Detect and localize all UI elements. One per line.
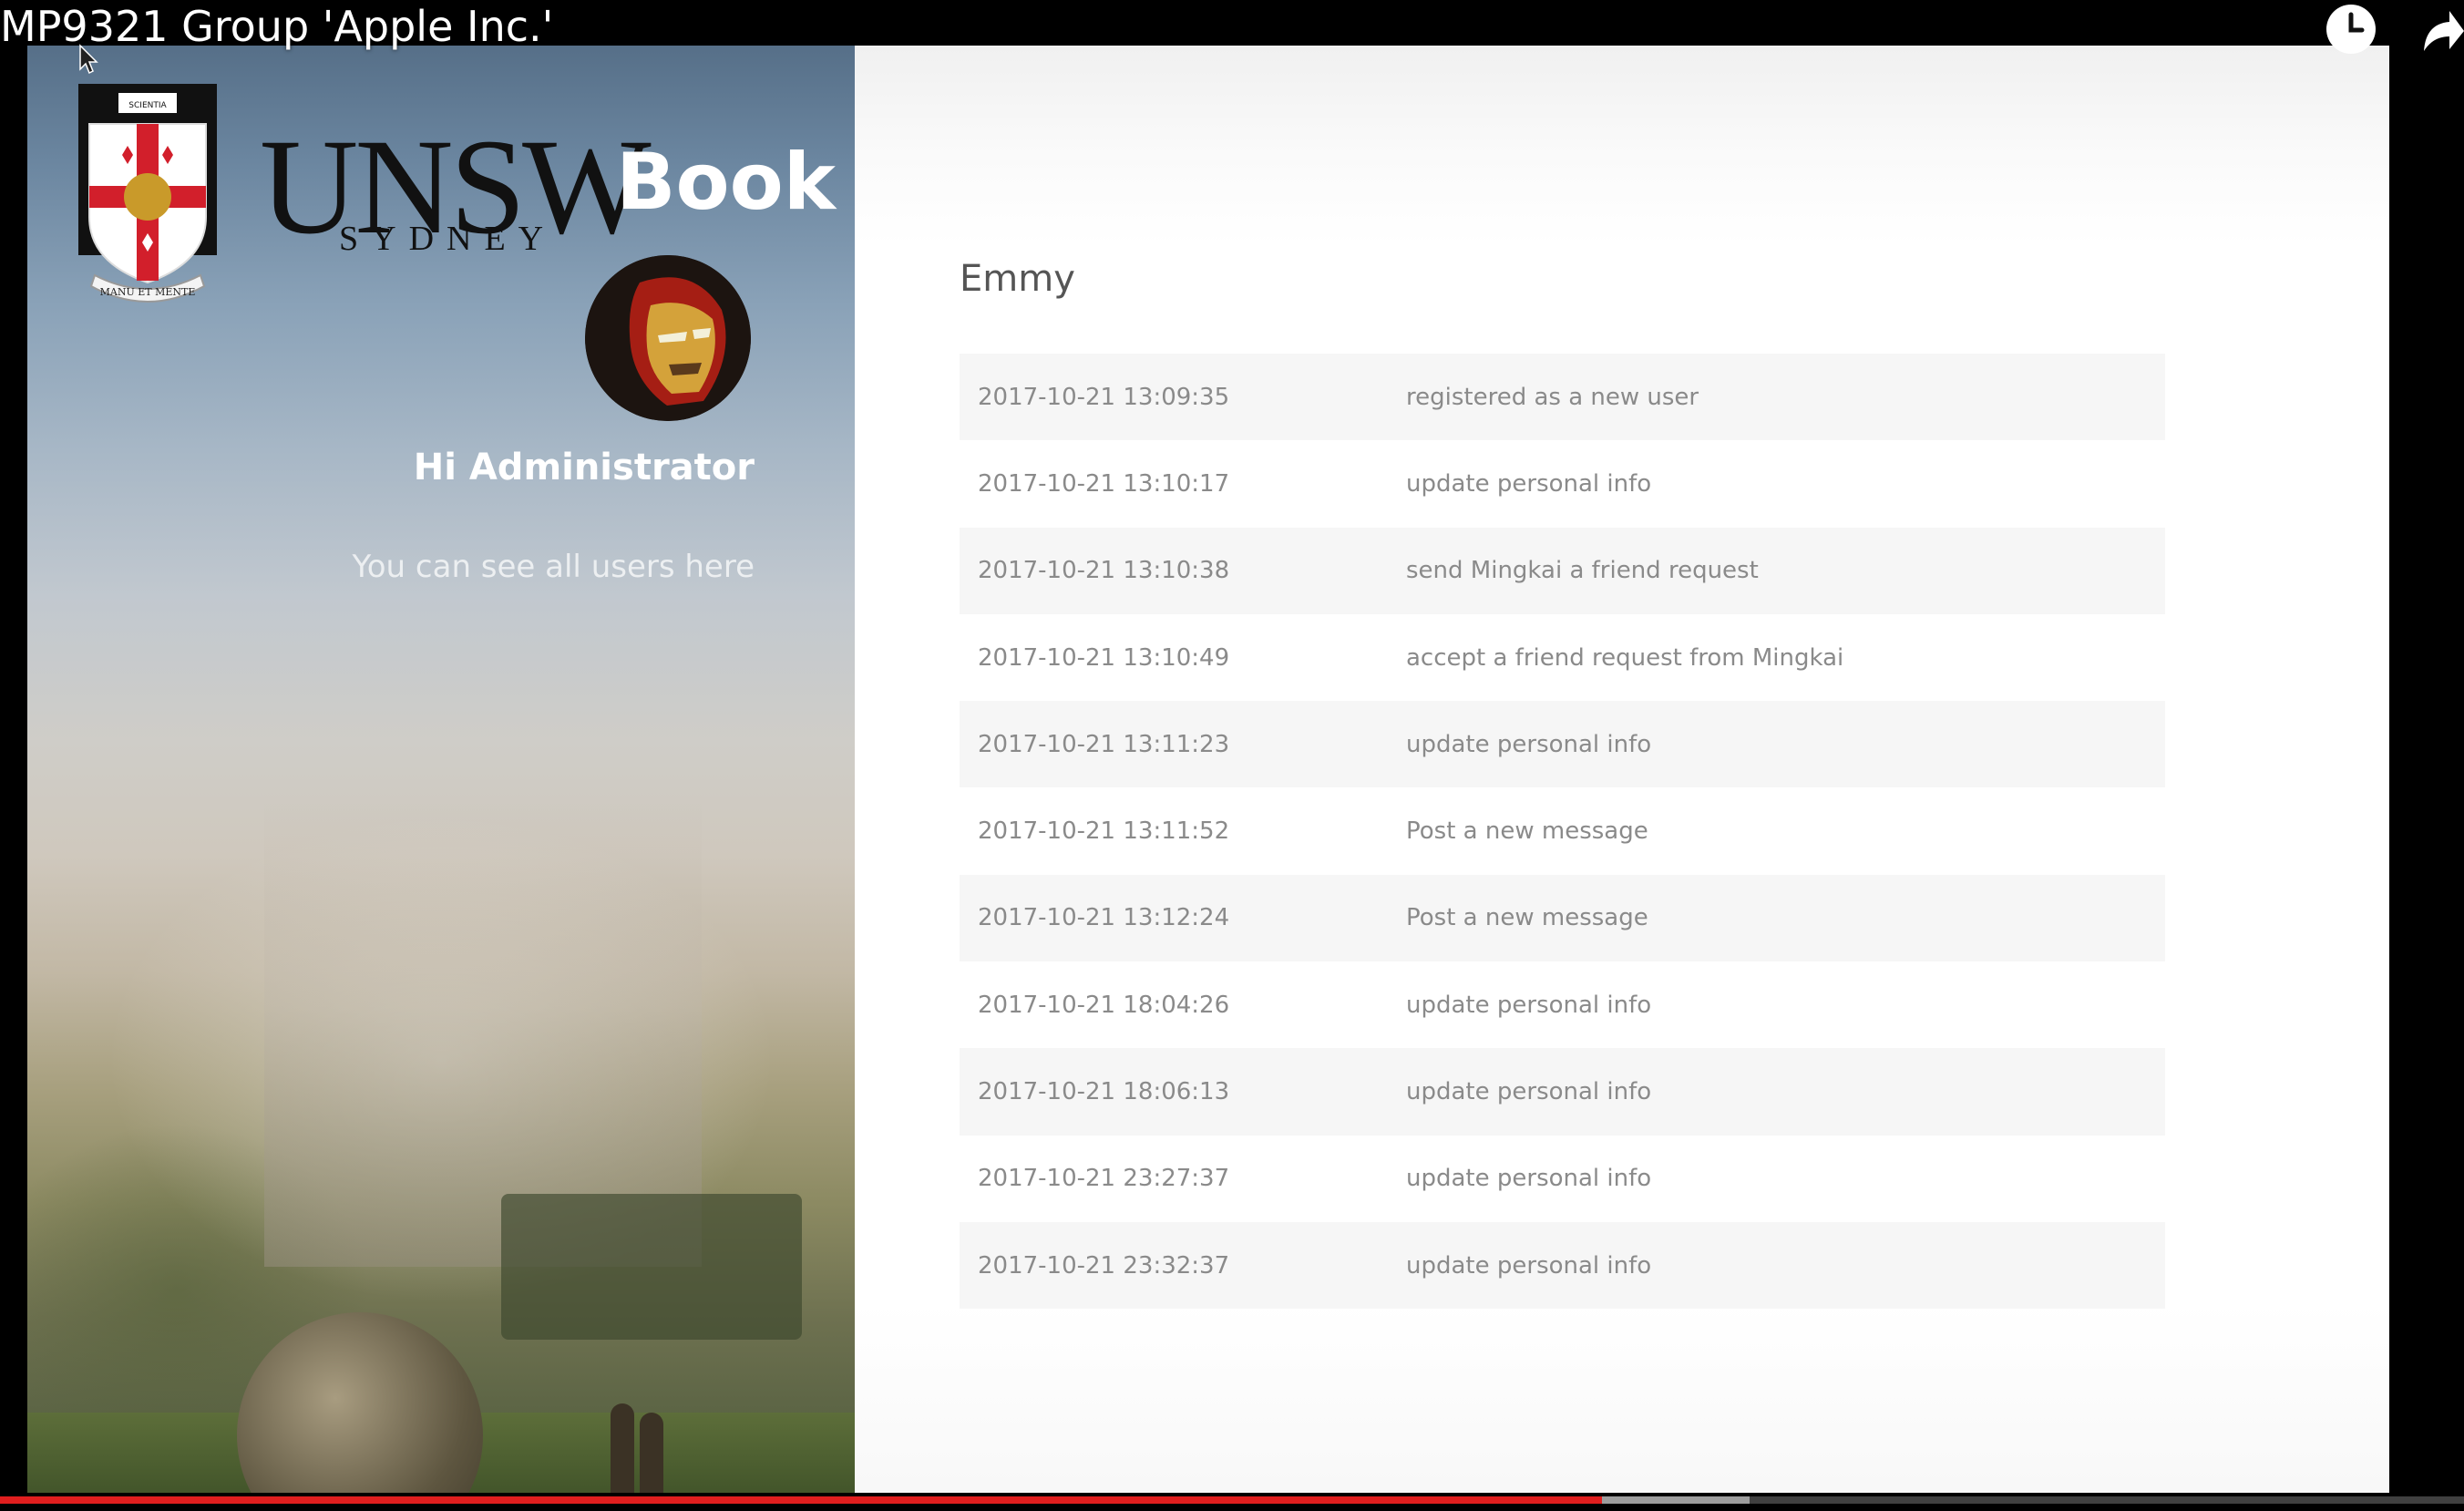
activity-description: accept a friend request from Mingkai xyxy=(1406,643,1844,672)
table-row: 2017-10-21 23:32:37 update personal info xyxy=(960,1221,2165,1310)
activity-log-table: 2017-10-21 13:09:35 registered as a new u… xyxy=(960,354,2165,1310)
activity-description: update personal info xyxy=(1406,469,1652,498)
activity-description: update personal info xyxy=(1406,1078,1652,1106)
share-arrow-icon[interactable] xyxy=(2420,4,2464,55)
avatar[interactable] xyxy=(585,255,751,421)
logo-sydney: SYDNEY xyxy=(339,220,557,258)
activity-description: update personal info xyxy=(1406,991,1652,1019)
user-name-heading: Emmy xyxy=(960,258,1075,300)
table-row: 2017-10-21 18:06:13 update personal info xyxy=(960,1048,2165,1136)
activity-timestamp: 2017-10-21 13:12:24 xyxy=(978,904,1230,932)
activity-description: update personal info xyxy=(1406,1165,1652,1193)
table-row: 2017-10-21 13:10:17 update personal info xyxy=(960,440,2165,527)
activity-timestamp: 2017-10-21 18:06:13 xyxy=(978,1078,1230,1106)
background-person xyxy=(640,1413,663,1493)
table-row: 2017-10-21 13:10:38 send Mingkai a friend… xyxy=(960,527,2165,614)
background-hedge xyxy=(501,1194,802,1340)
sidebar: SCIENTIA MANU ET MENTE UNSW Book SYDNEY xyxy=(27,46,855,1493)
table-row: 2017-10-21 23:27:37 update personal info xyxy=(960,1136,2165,1222)
table-row: 2017-10-21 13:12:24 Post a new message xyxy=(960,874,2165,962)
activity-description: update personal info xyxy=(1406,1251,1652,1280)
background-person xyxy=(611,1403,634,1493)
clock-icon[interactable] xyxy=(2324,2,2378,57)
video-frame: SCIENTIA MANU ET MENTE UNSW Book SYDNEY xyxy=(0,0,2464,1511)
activity-timestamp: 2017-10-21 13:09:35 xyxy=(978,383,1230,411)
activity-timestamp: 2017-10-21 13:10:17 xyxy=(978,469,1230,498)
activity-timestamp: 2017-10-21 13:10:49 xyxy=(978,643,1230,672)
table-row: 2017-10-21 13:10:49 accept a friend reque… xyxy=(960,614,2165,701)
table-row: 2017-10-21 13:09:35 registered as a new u… xyxy=(960,354,2165,441)
activity-description: update personal info xyxy=(1406,730,1652,758)
main-content: Emmy 2017-10-21 13:09:35 registered as a … xyxy=(855,46,2389,1493)
crest-motto-text: MANU ET MENTE xyxy=(100,286,196,298)
unsw-crest-icon: SCIENTIA MANU ET MENTE xyxy=(78,84,217,303)
helmet-avatar-icon xyxy=(585,255,751,421)
sidebar-subtitle: You can see all users here xyxy=(352,549,755,585)
activity-timestamp: 2017-10-21 18:04:26 xyxy=(978,991,1230,1019)
video-played-bar xyxy=(0,1496,1602,1504)
crest-banner-text: SCIENTIA xyxy=(128,101,167,110)
activity-timestamp: 2017-10-21 13:11:52 xyxy=(978,817,1230,846)
table-row: 2017-10-21 13:11:23 update personal info xyxy=(960,701,2165,788)
video-title[interactable]: MP9321 Group 'Apple Inc.' xyxy=(0,0,553,51)
activity-description: registered as a new user xyxy=(1406,383,1699,411)
activity-timestamp: 2017-10-21 23:32:37 xyxy=(978,1251,1230,1280)
activity-timestamp: 2017-10-21 23:27:37 xyxy=(978,1165,1230,1193)
table-row: 2017-10-21 13:11:52 Post a new message xyxy=(960,787,2165,874)
table-row: 2017-10-21 18:04:26 update personal info xyxy=(960,961,2165,1048)
greeting-text: Hi Administrator xyxy=(413,447,755,488)
activity-timestamp: 2017-10-21 13:11:23 xyxy=(978,730,1230,758)
video-progress-bar[interactable] xyxy=(0,1496,2464,1504)
activity-description: Post a new message xyxy=(1406,904,1648,932)
video-letterbox xyxy=(2389,46,2464,1511)
logo-book: Book xyxy=(616,137,836,228)
activity-description: send Mingkai a friend request xyxy=(1406,557,1759,585)
mouse-cursor-icon xyxy=(79,44,98,75)
activity-description: Post a new message xyxy=(1406,817,1648,846)
activity-timestamp: 2017-10-21 13:10:38 xyxy=(978,557,1230,585)
